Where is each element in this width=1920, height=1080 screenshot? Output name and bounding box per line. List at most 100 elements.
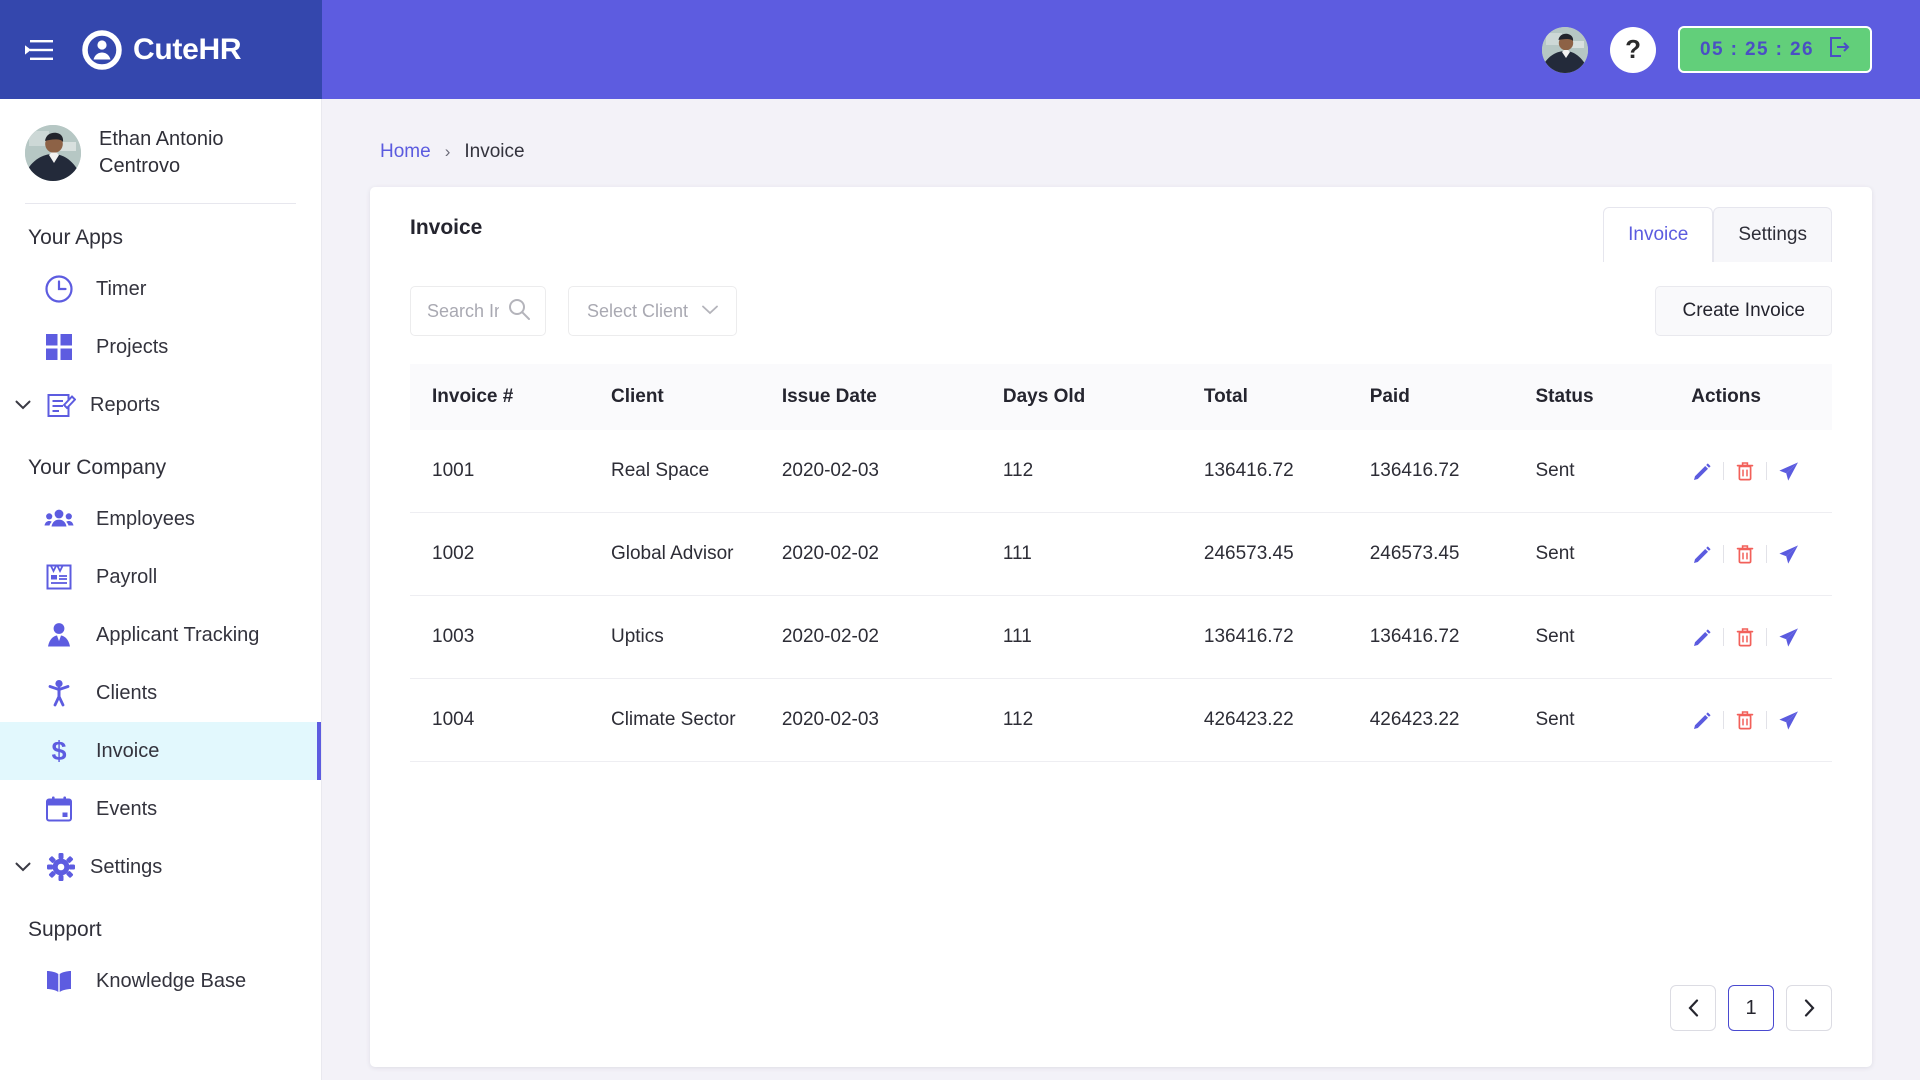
create-invoice-button[interactable]: Create Invoice (1655, 286, 1832, 336)
sidebar-item-reports[interactable]: Reports (0, 376, 321, 434)
select-client-label: Select Client (587, 300, 689, 321)
edit-pencil-icon[interactable] (1691, 460, 1713, 482)
cell-invoice: 1002 (410, 512, 611, 596)
invoice-table: Invoice # Client Issue Date Days Old Total Pa… (410, 364, 1832, 762)
book-icon (44, 966, 74, 996)
pagination-next-button[interactable] (1786, 985, 1832, 1031)
card-header: Invoice Invoice Settings (370, 187, 1872, 262)
action-separator (1723, 628, 1725, 646)
sidebar-group-title: Support (28, 918, 102, 941)
sidebar-item-timer[interactable]: Timer (0, 260, 321, 318)
sidebar-item-invoice[interactable]: $ Invoice (0, 722, 321, 780)
header-avatar[interactable] (1542, 26, 1589, 73)
sidebar-item-employees[interactable]: Employees (0, 490, 321, 548)
invoice-card: Invoice Invoice Settings Search Invoice … (370, 187, 1872, 1067)
toolbar-left: Select Client (410, 286, 738, 336)
main-content: Home › Invoice Invoice InvoiceSettings (322, 99, 1920, 1080)
hamburger-collapse-icon[interactable] (22, 35, 56, 65)
sidebar-item-label: Employees (96, 507, 195, 530)
pagination-page-button[interactable]: 1 (1728, 985, 1774, 1031)
table-head: Invoice # Client Issue Date Days Old Total Pa… (410, 364, 1832, 430)
send-paper-plane-icon[interactable] (1777, 543, 1799, 565)
tabs: Invoice Settings (1603, 207, 1832, 262)
row-actions (1691, 709, 1832, 731)
row-actions (1691, 460, 1832, 482)
breadcrumb-separator-icon: › (444, 142, 451, 161)
timer-button[interactable]: 05 : 25 : 26 (1678, 26, 1872, 73)
brand[interactable]: CuteHR (82, 29, 242, 70)
sidebar-item-clients[interactable]: Clients (0, 664, 321, 722)
delete-trash-icon[interactable] (1734, 709, 1756, 731)
sidebar-item-knowledge-base[interactable]: Knowledge Base (0, 952, 321, 1010)
chevron-down-icon[interactable] (14, 400, 32, 410)
select-client-dropdown[interactable]: Select Client (568, 286, 738, 336)
help-button[interactable]: ? (1610, 26, 1657, 73)
table-body: 1001 Real Space 2020-02-03 112 136416.72 1364… (410, 430, 1832, 762)
action-separator (1766, 545, 1768, 563)
delete-trash-icon[interactable] (1734, 543, 1756, 565)
calendar-icon (44, 794, 74, 824)
sidebar-item-settings[interactable]: Settings (0, 838, 321, 896)
cell-client: Global Advisor (610, 512, 782, 596)
sidebar-item-applicant-tracking[interactable]: Applicant Tracking (0, 606, 321, 664)
brand-block: CuteHR (0, 0, 322, 99)
delete-trash-icon[interactable] (1734, 626, 1756, 648)
cell-paid: 136416.72 (1369, 430, 1536, 513)
clock-icon (44, 274, 74, 304)
table-row: 1001 Real Space 2020-02-03 112 136416.72 1364… (410, 430, 1832, 513)
search-box[interactable] (410, 286, 546, 336)
help-label: ? (1625, 34, 1641, 64)
edit-pencil-icon[interactable] (1691, 626, 1713, 648)
row-actions (1691, 543, 1832, 565)
table-row: 1002 Global Advisor 2020-02-02 111 246573.45… (410, 512, 1832, 596)
column-header: Actions (1691, 386, 1761, 407)
send-paper-plane-icon[interactable] (1777, 626, 1799, 648)
cell-status: Sent (1535, 430, 1692, 513)
table-header-row: Invoice # Client Issue Date Days Old Total Pa… (410, 364, 1832, 430)
send-paper-plane-icon[interactable] (1777, 709, 1799, 731)
table-row: 1004 Climate Sector 2020-02-03 112 426423.22… (410, 678, 1832, 762)
app-root: CuteHR ? 05 : 25 : 26 Ethan Antonio Cent… (0, 0, 1920, 1080)
sidebar-item-projects[interactable]: Projects (0, 318, 321, 376)
breadcrumb-home[interactable]: Home (380, 141, 431, 163)
top-header: CuteHR ? 05 : 25 : 26 (0, 0, 1920, 99)
column-header: Issue Date (781, 386, 877, 407)
header-actions: ? 05 : 25 : 26 (322, 0, 1920, 99)
sidebar-item-payroll[interactable]: Payroll (0, 548, 321, 606)
sidebar-item-label: Knowledge Base (96, 969, 247, 992)
sidebar-item-label: Events (96, 797, 158, 820)
send-paper-plane-icon[interactable] (1777, 460, 1799, 482)
action-separator (1723, 711, 1725, 729)
search-icon[interactable] (507, 297, 531, 326)
cutehr-person-logo-icon (82, 29, 122, 70)
delete-trash-icon[interactable] (1734, 460, 1756, 482)
sidebar-profile[interactable]: Ethan Antonio Centrovo (0, 99, 321, 203)
chevron-right-icon (1804, 999, 1815, 1017)
toolbar: Select Client Create Invoice (370, 262, 1872, 336)
cell-invoice: 1001 (410, 430, 611, 513)
column-header: Total (1203, 386, 1248, 407)
cell-paid: 246573.45 (1369, 512, 1536, 596)
cell-total: 426423.22 (1203, 678, 1370, 762)
gear-icon (46, 852, 76, 882)
svg-text:$: $ (51, 736, 66, 766)
cell-status: Sent (1535, 512, 1692, 596)
cell-total: 136416.72 (1203, 595, 1370, 679)
column-header: Days Old (1002, 386, 1086, 407)
sidebar-group-title: Your Company (28, 456, 167, 479)
action-separator (1723, 545, 1725, 563)
edit-pencil-icon[interactable] (1691, 543, 1713, 565)
pagination-prev-button[interactable] (1670, 985, 1716, 1031)
avatar (25, 125, 81, 181)
sidebar-item-events[interactable]: Events (0, 780, 321, 838)
cell-days-old: 112 (1002, 430, 1204, 513)
applicant-icon (44, 620, 74, 650)
sidebar-item-label: Applicant Tracking (96, 623, 260, 646)
breadcrumb: Home › Invoice (370, 129, 1872, 187)
chevron-down-icon[interactable] (14, 862, 32, 872)
search-input[interactable] (427, 300, 499, 322)
sidebar-group-title: Your Apps (28, 226, 123, 249)
tab-invoice[interactable]: Invoice (1603, 207, 1714, 262)
edit-pencil-icon[interactable] (1691, 709, 1713, 731)
tab-settings[interactable]: Settings (1713, 207, 1832, 262)
